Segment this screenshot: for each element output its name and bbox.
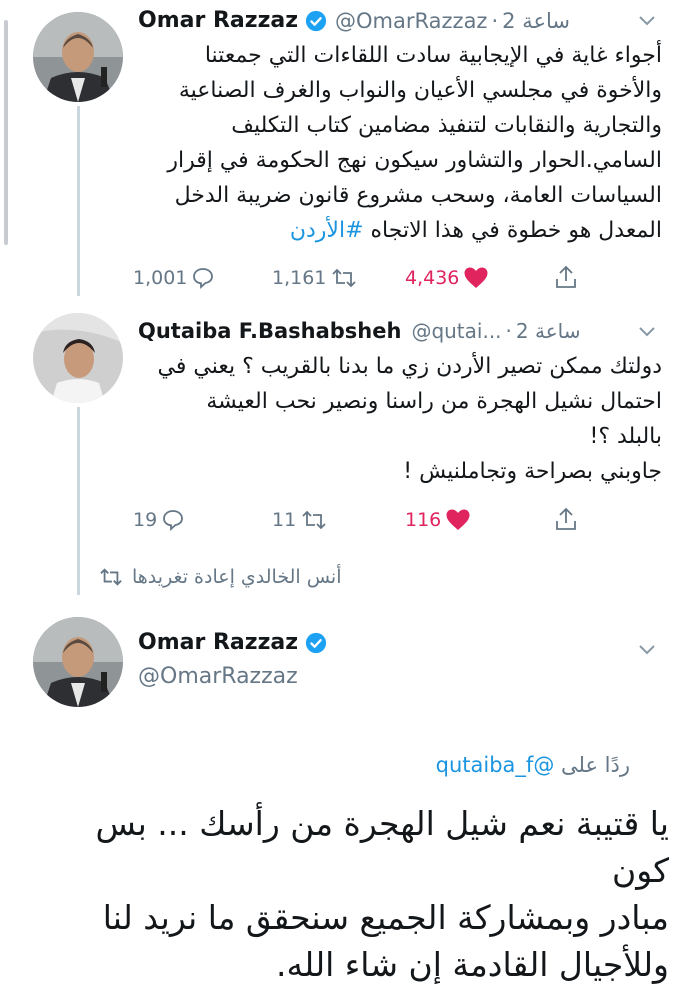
author-handle[interactable]: @qutai... [411, 319, 501, 343]
tweet-text: أجواء غاية في الإيجابية سادت اللقاءات ال… [167, 43, 662, 243]
retweet-icon [332, 268, 357, 288]
avatar[interactable] [33, 313, 123, 403]
author-name[interactable]: Omar Razzaz [138, 8, 298, 33]
share-icon [556, 265, 576, 288]
tweet-time[interactable]: 2 ساعة [502, 9, 570, 33]
reply-button[interactable]: 19 [133, 508, 185, 532]
share-icon [556, 507, 576, 530]
tweet-header: Omar Razzaz @OmarRazzaz · 2 ساعة [138, 8, 570, 33]
author-handle[interactable]: @OmarRazzaz [335, 9, 487, 33]
verified-badge-icon [305, 10, 327, 31]
like-count: 116 [405, 509, 442, 531]
retweet-count: 1,161 [272, 267, 327, 289]
retweeted-by-note[interactable]: أنس الخالدي إعادة تغريدها [98, 566, 342, 588]
reply-count: 1,001 [133, 267, 188, 289]
reply-prefix: ردًا على [561, 753, 630, 777]
reply-mention-link[interactable]: @qutaiba_f [436, 753, 555, 777]
thread-line [77, 106, 80, 296]
retweet-icon [302, 510, 326, 530]
avatar[interactable] [33, 12, 123, 102]
retweet-count: 11 [272, 509, 297, 531]
tweet-header: Qutaiba F.Bashabsheh @qutai... · 2 ساعة [138, 319, 581, 343]
separator-dot: · [505, 319, 512, 343]
like-button[interactable]: 116 [405, 508, 471, 532]
share-button[interactable] [550, 264, 578, 290]
reply-button[interactable]: 1,001 [133, 266, 215, 290]
verified-badge-icon [305, 632, 327, 653]
replying-to: ردًا على @qutaiba_f [436, 753, 630, 777]
heart-icon [464, 267, 488, 288]
share-button[interactable] [550, 506, 578, 532]
chevron-down-icon[interactable] [637, 325, 657, 339]
thread-line [77, 407, 80, 595]
author-name[interactable]: Omar Razzaz [138, 630, 298, 655]
reply-icon [163, 510, 184, 532]
hashtag-link[interactable]: #الأردن [290, 218, 364, 243]
heart-icon [446, 509, 470, 530]
separator-dot: · [491, 8, 499, 33]
tweet-time[interactable]: 2 ساعة [516, 319, 581, 343]
retweet-icon [100, 568, 122, 586]
retweeted-by-text: أنس الخالدي إعادة تغريدها [132, 566, 342, 588]
avatar[interactable] [33, 617, 123, 707]
retweet-button[interactable]: 11 [272, 508, 328, 532]
author-handle[interactable]: @OmarRazzaz [138, 664, 298, 689]
reply-icon [193, 268, 214, 290]
chevron-down-icon[interactable] [637, 14, 657, 28]
chevron-down-icon[interactable] [637, 643, 657, 657]
tweet-header: Omar Razzaz [138, 630, 327, 655]
scroll-indicator [4, 20, 8, 245]
like-count: 4,436 [405, 267, 460, 289]
like-button[interactable]: 4,436 [405, 266, 489, 290]
retweet-button[interactable]: 1,161 [272, 266, 358, 290]
tweet-text: دولتك ممكن تصير الأردن زي ما بدنا بالقري… [157, 354, 662, 484]
author-name[interactable]: Qutaiba F.Bashabsheh [138, 319, 401, 343]
reply-count: 19 [133, 509, 158, 531]
